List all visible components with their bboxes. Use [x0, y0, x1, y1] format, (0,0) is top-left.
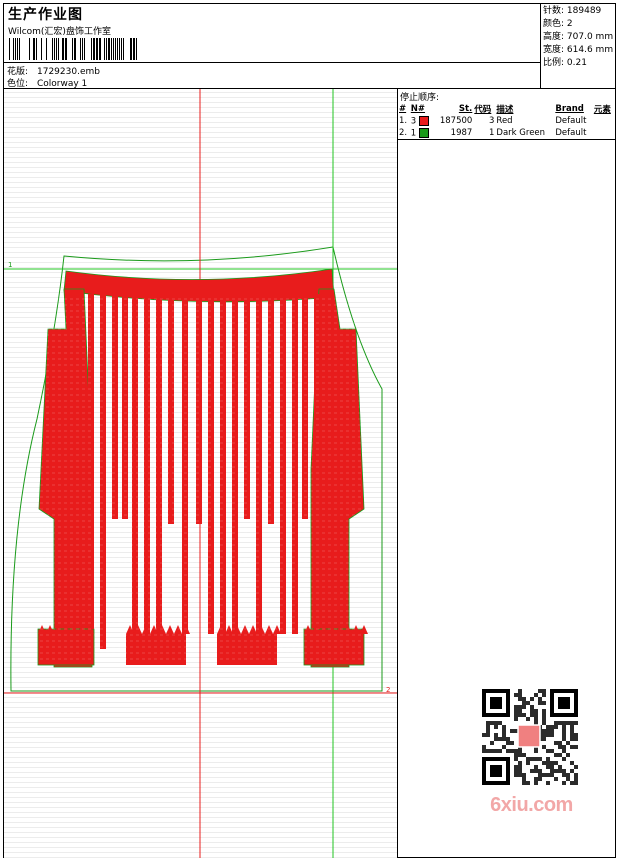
- row-description: Dark Green: [496, 128, 546, 138]
- stat-height: 高度: 707.0 mm: [543, 32, 614, 42]
- design-stats: 针数: 189489 颜色: 2 高度: 707.0 mm 宽度: 614.6 …: [540, 4, 615, 88]
- embroidery-design: 1 2: [4, 89, 397, 858]
- col-brand: Brand: [555, 103, 584, 114]
- hem-band-center-left: [126, 634, 186, 665]
- header-divider: [4, 62, 540, 63]
- col-code: 代码: [474, 104, 492, 115]
- color-swatch: [418, 127, 429, 138]
- qr-code-image: [482, 689, 578, 785]
- row-needle: 1: [410, 127, 433, 139]
- col-elements: 元素: [593, 104, 611, 115]
- stop-sequence-caption: 停止顺序:: [400, 93, 440, 103]
- watermark-text: 6xiu.com: [490, 794, 573, 816]
- row-needle: 3: [410, 115, 433, 127]
- table-row[interactable]: 2. 1 1987 1 Dark Green Default: [398, 127, 615, 139]
- colorway-value: Colorway 1: [37, 79, 88, 89]
- row-description: Red: [496, 116, 513, 126]
- row-elements: [593, 127, 615, 139]
- guide-marker-1: 1: [8, 261, 12, 269]
- barcode-image: [9, 38, 137, 60]
- row-number: 1.: [399, 116, 408, 126]
- row-code: 3: [489, 116, 495, 126]
- hem-band-center-right: [217, 634, 277, 665]
- watermark: 6xiu.com: [474, 686, 589, 821]
- row-stitches: 187500: [439, 116, 473, 126]
- stat-width: 宽度: 614.6 mm: [543, 45, 614, 55]
- guide-marker-2: 2: [386, 686, 390, 694]
- stat-colors: 颜色: 2: [543, 19, 573, 29]
- row-code: 1: [489, 128, 495, 138]
- design-preview[interactable]: 1 2: [4, 89, 398, 858]
- sheet-header: 生产作业图 Wilcom(汇宏)盘饰工作室 花版: 1729230.emb 色位:…: [4, 4, 615, 89]
- production-sheet: 生产作业图 Wilcom(汇宏)盘饰工作室 花版: 1729230.emb 色位:…: [3, 3, 616, 858]
- col-number: #: [399, 103, 407, 114]
- stop-sequence-table: # N# St. 代码 描述 Brand 元素 1. 3 187500 3 Re…: [398, 102, 615, 139]
- stop-sequence-header-row: # N# St. 代码 描述 Brand 元素: [398, 102, 615, 115]
- color-swatch: [418, 115, 429, 126]
- stop-sequence-panel: 停止顺序: # N# St. 代码 描述 Brand 元素 1. 3 18750…: [398, 89, 615, 140]
- row-number: 2.: [399, 128, 408, 138]
- row-elements: [593, 115, 615, 127]
- stat-stitches: 针数: 189489: [543, 6, 602, 16]
- stat-scale: 比例: 0.21: [543, 58, 587, 68]
- colorway-row: 色位: Colorway 1: [7, 76, 87, 89]
- studio-name: Wilcom(汇宏)盘饰工作室: [8, 27, 111, 37]
- row-stitches: 1987: [450, 128, 473, 138]
- left-side-panel: [38, 288, 93, 668]
- col-description: 描述: [496, 104, 514, 115]
- col-needle: N#: [410, 103, 426, 114]
- row-brand: Default: [555, 128, 587, 138]
- col-stitches: St.: [458, 103, 473, 114]
- row-brand: Default: [555, 116, 587, 126]
- sheet-title: 生产作业图: [8, 7, 83, 23]
- table-row[interactable]: 1. 3 187500 3 Red Default: [398, 115, 615, 127]
- colorway-label: 色位:: [7, 79, 29, 89]
- stop-sequence-divider: [398, 139, 615, 140]
